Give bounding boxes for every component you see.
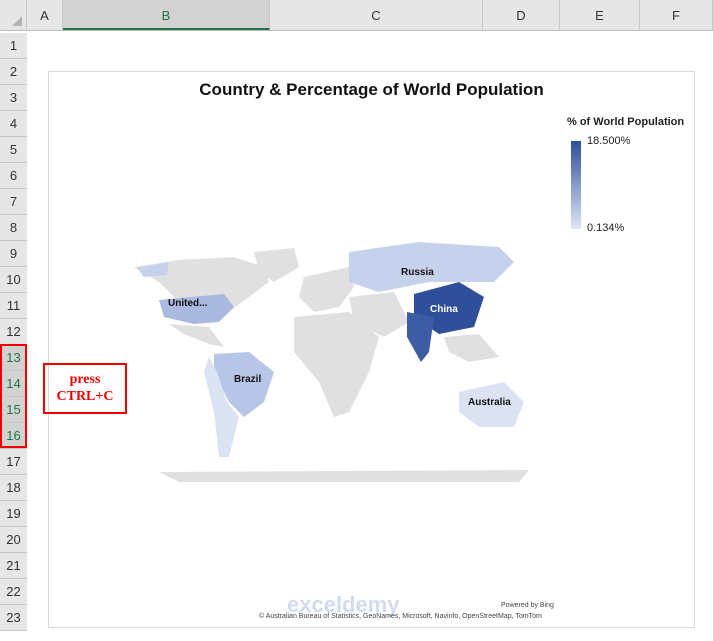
row-header-19[interactable]: 19: [0, 501, 27, 527]
mexico-central: [169, 324, 224, 347]
label-china: China: [430, 304, 458, 315]
world-map: [134, 242, 529, 482]
instruction-callout: press CTRL+C: [43, 363, 127, 414]
callout-line-1: press: [69, 372, 101, 387]
row-header-9[interactable]: 9: [0, 241, 27, 267]
row-header-1[interactable]: 1: [0, 33, 27, 59]
column-header-c[interactable]: C: [270, 0, 483, 30]
row-header-11[interactable]: 11: [0, 293, 27, 319]
row-header-5[interactable]: 5: [0, 137, 27, 163]
row-header-7[interactable]: 7: [0, 189, 27, 215]
map-credits: © Australian Bureau of Statistics, GeoNa…: [259, 613, 542, 620]
row-header-10[interactable]: 10: [0, 267, 27, 293]
label-russia: Russia: [401, 267, 434, 278]
row-header-20[interactable]: 20: [0, 527, 27, 553]
column-header-d[interactable]: D: [483, 0, 560, 30]
row-header-4[interactable]: 4: [0, 111, 27, 137]
callout-line-2: CTRL+C: [56, 389, 114, 404]
row-header-12[interactable]: 12: [0, 319, 27, 345]
row-header-17[interactable]: 17: [0, 449, 27, 475]
row-header-8[interactable]: 8: [0, 215, 27, 241]
southeast-asia: [444, 334, 499, 362]
row-header-6[interactable]: 6: [0, 163, 27, 189]
row-header-3[interactable]: 3: [0, 85, 27, 111]
row-selection-highlight: [0, 344, 27, 448]
label-brazil: Brazil: [234, 374, 262, 385]
row-header-18[interactable]: 18: [0, 475, 27, 501]
column-header-f[interactable]: F: [640, 0, 713, 30]
column-header-e[interactable]: E: [560, 0, 640, 30]
row-header-2[interactable]: 2: [0, 59, 27, 85]
row-header-23[interactable]: 23: [0, 605, 27, 631]
column-header-a[interactable]: A: [27, 0, 63, 30]
map-chart[interactable]: Country & Percentage of World Population…: [48, 71, 695, 628]
select-all-button[interactable]: [0, 0, 27, 30]
row-header-21[interactable]: 21: [0, 553, 27, 579]
europe: [299, 267, 354, 312]
powered-by-bing: Powered by Bing: [501, 602, 554, 609]
column-header-b[interactable]: B: [63, 0, 270, 30]
label-united-states: United...: [168, 298, 208, 309]
row-header-22[interactable]: 22: [0, 579, 27, 605]
antarctica: [159, 470, 529, 482]
country-india: [407, 312, 434, 362]
column-header-bar: A B C D E F: [0, 0, 713, 31]
label-australia: Australia: [468, 397, 511, 408]
